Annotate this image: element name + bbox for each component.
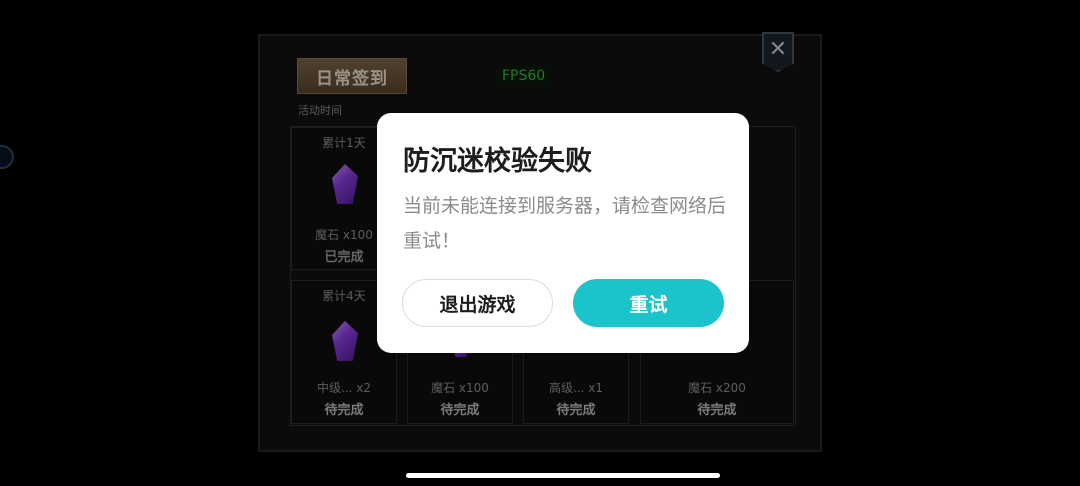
exit-game-button[interactable]: 退出游戏 bbox=[402, 279, 553, 327]
home-indicator[interactable] bbox=[406, 473, 720, 478]
retry-button[interactable]: 重试 bbox=[573, 279, 724, 327]
dialog-message: 当前未能连接到服务器，请检查网络后重试！ bbox=[403, 195, 727, 252]
dialog-title: 防沉迷校验失败 bbox=[403, 146, 592, 177]
anti-addiction-dialog: 防沉迷校验失败 当前未能连接到服务器，请检查网络后重试！ 退出游戏 重试 bbox=[377, 113, 749, 353]
